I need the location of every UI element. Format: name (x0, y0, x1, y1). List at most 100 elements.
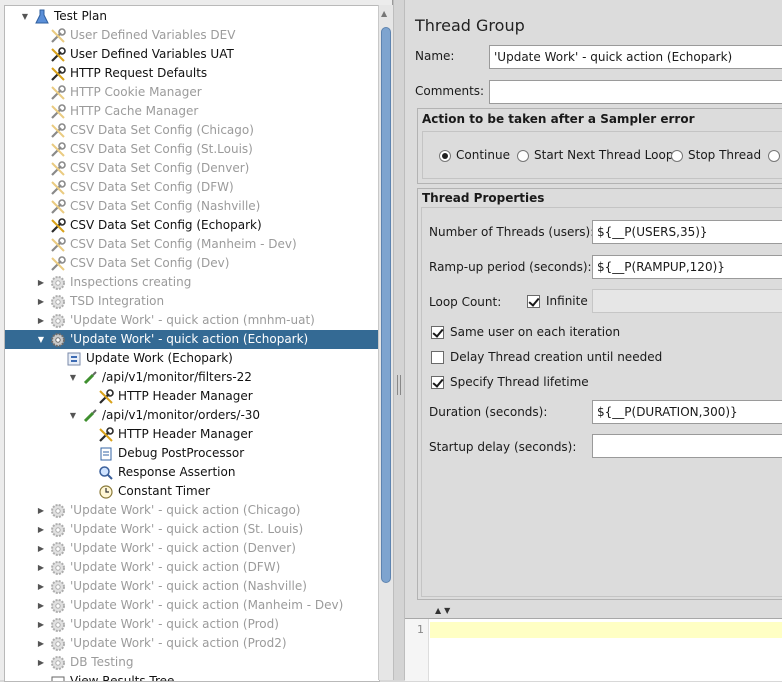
collapse-arrow-icon[interactable]: ▶ (35, 615, 47, 634)
tree-node[interactable]: ▶'Update Work' - quick action (Prod2) (5, 634, 287, 653)
tree-node[interactable]: User Defined Variables DEV (5, 26, 235, 45)
editor-resize-arrows-icon[interactable]: ▲▼ (435, 606, 453, 615)
duration-label: Duration (seconds): (429, 405, 547, 419)
name-field[interactable]: 'Update Work' - quick action (Echopark) (489, 45, 782, 69)
tree-node[interactable]: ▶'Update Work' - quick action (Manheim -… (5, 596, 343, 615)
radio-continue[interactable]: Continue (439, 148, 510, 162)
tree-node-label: 'Update Work' - quick action (Nashville) (70, 577, 307, 596)
splitter-grip-icon[interactable] (397, 375, 401, 395)
thread-lifetime-checkbox-box[interactable] (431, 376, 444, 389)
scroll-up-arrow-icon[interactable]: ▲ (381, 9, 387, 18)
editor-current-line[interactable] (430, 622, 782, 638)
radio-start-next-loop-dot-icon[interactable] (517, 150, 529, 162)
gear-icon (50, 503, 66, 519)
expand-arrow-icon[interactable]: ▼ (19, 7, 31, 26)
same-user-checkbox-box[interactable] (431, 326, 444, 339)
tree-node-label: CSV Data Set Config (Dev) (70, 254, 229, 273)
tree-node[interactable]: HTTP Cookie Manager (5, 83, 202, 102)
threads-field[interactable]: ${__P(USERS,35)} (592, 220, 782, 244)
tree-node[interactable]: ▼Test Plan (5, 7, 107, 26)
collapse-arrow-icon[interactable]: ▶ (35, 653, 47, 672)
test-plan-tree[interactable]: ▼Test PlanUser Defined Variables DEVUser… (4, 5, 380, 682)
tree-node[interactable]: ▶ 'Update Work' - quick action (Chicago) (5, 501, 300, 520)
tree-node[interactable]: CSV Data Set Config (Denver) (5, 159, 249, 178)
infinite-checkbox-box[interactable] (527, 295, 540, 308)
radio-stop-thread-dot-icon[interactable] (671, 150, 683, 162)
script-editor[interactable]: 1 (405, 618, 782, 681)
tree-node[interactable]: ▼/api/v1/monitor/orders/-30 (5, 406, 260, 425)
tree-node[interactable]: CSV Data Set Config (St.Louis) (5, 140, 253, 159)
collapse-arrow-icon[interactable]: ▶ (35, 273, 47, 292)
delay-creation-checkbox[interactable]: Delay Thread creation until needed (431, 350, 662, 364)
tree-node[interactable]: HTTP Header Manager (5, 425, 253, 444)
tree-node[interactable]: ▶'Update Work' - quick action (Denver) (5, 539, 296, 558)
tree-node-label: 'Update Work' - quick action (Chicago) (70, 501, 300, 520)
startup-delay-field[interactable] (592, 434, 782, 458)
tree-node[interactable]: Debug PostProcessor (5, 444, 244, 463)
tree-node[interactable]: HTTP Cache Manager (5, 102, 198, 121)
tree-node[interactable]: CSV Data Set Config (DFW) (5, 178, 234, 197)
radio-stop-test-dot-icon[interactable] (768, 150, 780, 162)
comments-field[interactable] (489, 80, 782, 104)
tree-scrollbar-thumb[interactable] (381, 27, 391, 583)
duration-field[interactable]: ${__P(DURATION,300)} (592, 400, 782, 424)
tree-node[interactable]: Constant Timer (5, 482, 210, 501)
gear-icon (50, 636, 66, 652)
infinite-label: Infinite (546, 294, 588, 308)
tree-node[interactable]: HTTP Request Defaults (5, 64, 207, 83)
collapse-arrow-icon[interactable]: ▶ (35, 501, 47, 520)
same-user-checkbox[interactable]: Same user on each iteration (431, 325, 620, 339)
collapse-arrow-icon[interactable]: ▶ (35, 634, 47, 653)
tree-node[interactable]: User Defined Variables UAT (5, 45, 234, 64)
tree-node[interactable]: CSV Data Set Config (Dev) (5, 254, 229, 273)
tree-node[interactable]: Update Work (Echopark) (5, 349, 233, 368)
tree-node[interactable]: ▶DB Testing (5, 653, 133, 672)
radio-continue-dot-icon[interactable] (439, 150, 451, 162)
tree-node-label: CSV Data Set Config (Manheim - Dev) (70, 235, 297, 254)
delay-creation-checkbox-box[interactable] (431, 351, 444, 364)
tree-node[interactable]: HTTP Header Manager (5, 387, 253, 406)
wrench-icon (50, 28, 66, 44)
name-label: Name: (415, 49, 454, 63)
tree-node[interactable]: CSV Data Set Config (Echopark) (5, 216, 262, 235)
radio-stop-thread[interactable]: Stop Thread (671, 148, 761, 162)
collapse-arrow-icon[interactable]: ▶ (35, 520, 47, 539)
tree-node-label: 'Update Work' - quick action (Prod) (70, 615, 279, 634)
tree-node[interactable]: ▼'Update Work' - quick action (Echopark) (5, 330, 379, 349)
collapse-arrow-icon[interactable]: ▶ (35, 577, 47, 596)
tree-node[interactable]: CSV Data Set Config (Manheim - Dev) (5, 235, 297, 254)
tree-node[interactable]: ▶'Update Work' - quick action (mnhm-uat) (5, 311, 315, 330)
thread-lifetime-checkbox[interactable]: Specify Thread lifetime (431, 375, 589, 389)
wrench-icon (50, 66, 66, 82)
radio-stop-test[interactable] (768, 148, 782, 162)
tree-node[interactable]: CSV Data Set Config (Nashville) (5, 197, 260, 216)
tree-node-label: CSV Data Set Config (Echopark) (70, 216, 262, 235)
expand-arrow-icon[interactable]: ▼ (67, 406, 79, 425)
tree-node[interactable]: CSV Data Set Config (Chicago) (5, 121, 254, 140)
radio-start-next-loop[interactable]: Start Next Thread Loop (517, 148, 673, 162)
tree-node[interactable]: ▶Inspections creating (5, 273, 191, 292)
tree-node[interactable]: ▶'Update Work' - quick action (St. Louis… (5, 520, 303, 539)
tree-node[interactable]: ▶'Update Work' - quick action (DFW) (5, 558, 280, 577)
tree-node[interactable]: ▼/api/v1/monitor/filters-22 (5, 368, 252, 387)
expand-arrow-icon[interactable]: ▼ (67, 368, 79, 387)
collapse-arrow-icon[interactable]: ▶ (35, 311, 47, 330)
tree-node[interactable]: ▶ 'Update Work' - quick action (Nashville… (5, 577, 307, 596)
tree-node-label: CSV Data Set Config (DFW) (70, 178, 234, 197)
collapse-arrow-icon[interactable]: ▶ (35, 558, 47, 577)
collapse-arrow-icon[interactable]: ▶ (35, 292, 47, 311)
pane-splitter[interactable] (393, 0, 405, 680)
infinite-checkbox[interactable]: Infinite (527, 294, 588, 308)
collapse-arrow-icon[interactable]: ▶ (35, 539, 47, 558)
rampup-label: Ramp-up period (seconds): (429, 260, 592, 274)
tree-node[interactable]: ▶TSD Integration (5, 292, 164, 311)
collapse-arrow-icon[interactable]: ▶ (35, 596, 47, 615)
tree-node-label: CSV Data Set Config (Chicago) (70, 121, 254, 140)
wrench-icon (98, 427, 114, 443)
expand-arrow-icon[interactable]: ▼ (35, 330, 47, 349)
tree-node[interactable]: View Results Tree (5, 672, 174, 682)
rampup-field[interactable]: ${__P(RAMPUP,120)} (592, 255, 782, 279)
tree-node[interactable]: ▶ 'Update Work' - quick action (Prod) (5, 615, 279, 634)
tree-node[interactable]: Response Assertion (5, 463, 235, 482)
tree-scrollbar[interactable]: ▲ (378, 5, 393, 680)
